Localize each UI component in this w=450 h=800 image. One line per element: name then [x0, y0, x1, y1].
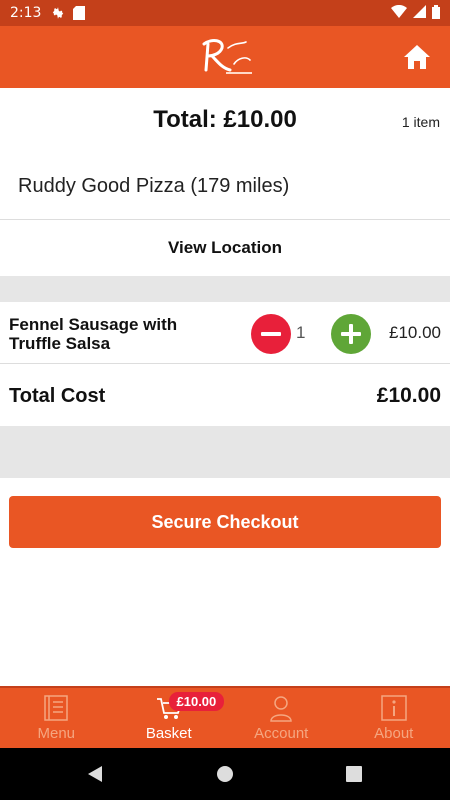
status-bar: 2:13 [0, 0, 450, 26]
basket-item-row: Fennel Sausage with Truffle Salsa 1 £10.… [0, 302, 450, 364]
status-time: 2:13 [10, 5, 42, 21]
back-button[interactable] [86, 764, 104, 789]
info-icon [381, 695, 407, 721]
nav-menu[interactable]: Menu [0, 688, 113, 748]
order-total-title: Total: £10.00 [153, 106, 297, 133]
nav-about-label: About [374, 725, 414, 742]
menu-book-icon [44, 695, 68, 721]
bottom-navigation: Menu £10.00 Basket Account About [0, 686, 450, 748]
back-triangle-icon [88, 766, 102, 782]
view-location-button[interactable]: View Location [0, 220, 450, 276]
nav-basket[interactable]: £10.00 Basket [113, 688, 226, 748]
settings-gear-icon [51, 6, 65, 20]
home-button[interactable] [402, 42, 432, 72]
basket-item-name: Fennel Sausage with Truffle Salsa [9, 315, 178, 353]
home-icon [404, 45, 430, 69]
nav-basket-label: Basket [145, 725, 192, 742]
nav-account[interactable]: Account [225, 688, 338, 748]
section-divider [0, 426, 450, 478]
person-icon [270, 696, 293, 722]
increase-quantity-button[interactable] [331, 314, 371, 354]
basket-item-price: £10.00 [389, 323, 441, 342]
order-summary: Total: £10.00 1 item [0, 88, 450, 154]
nav-about[interactable]: About [338, 688, 450, 748]
total-cost-label: Total Cost [9, 385, 106, 407]
nav-menu-label: Menu [37, 725, 76, 742]
restaurant-name: Ruddy Good Pizza (179 miles) [0, 154, 450, 220]
secure-checkout-button[interactable]: Secure Checkout [9, 496, 441, 548]
total-cost-value: £10.00 [376, 384, 441, 407]
item-quantity: 1 [296, 323, 306, 342]
basket-total-badge: £10.00 [168, 692, 225, 711]
home-system-button[interactable] [216, 765, 234, 788]
cell-signal-icon [413, 5, 426, 21]
status-right-icons [391, 4, 440, 22]
wifi-icon [391, 4, 407, 21]
item-count: 1 item [401, 114, 440, 130]
home-circle-icon [217, 766, 233, 782]
total-cost-row: Total Cost £10.00 [0, 364, 450, 426]
sd-card-icon [73, 6, 86, 20]
decrease-quantity-button[interactable] [251, 314, 291, 354]
recents-square-icon [346, 766, 362, 782]
battery-icon [432, 4, 440, 22]
recents-button[interactable] [346, 766, 362, 787]
basket-content: Total: £10.00 1 item Ruddy Good Pizza (1… [0, 88, 450, 478]
system-navigation-bar [0, 748, 450, 800]
nav-account-label: Account [254, 725, 309, 742]
section-divider [0, 276, 450, 302]
app-header [0, 26, 450, 88]
ruddy-good-logo [190, 34, 260, 80]
